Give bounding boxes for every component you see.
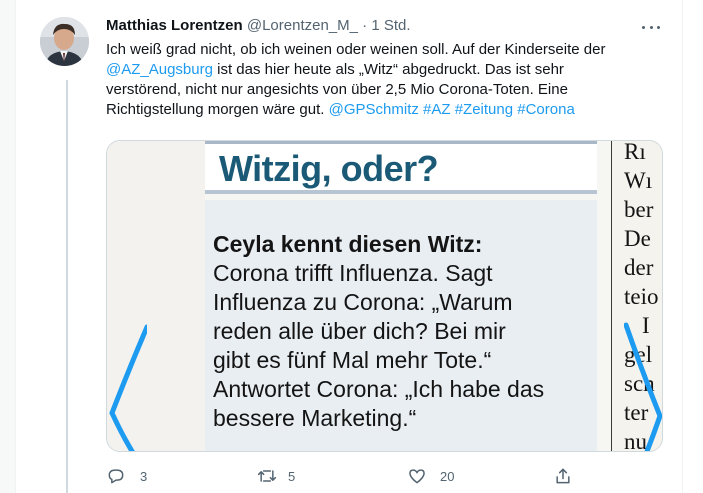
- retweet-count: 5: [288, 468, 296, 484]
- retweet-button[interactable]: 5: [256, 466, 295, 486]
- reply-button[interactable]: 3: [106, 466, 147, 486]
- article-headline: Witzig, oder?: [219, 148, 439, 189]
- more-icon: [649, 25, 653, 29]
- like-count: 20: [440, 468, 455, 484]
- retweet-icon: [257, 470, 277, 482]
- author-handle[interactable]: @Lorentzen_M_: [247, 17, 358, 34]
- joke-line: bessere Marketing.“: [213, 405, 417, 431]
- tweet-header: Matthias Lorentzen @Lorentzen_M_ · 1 Std…: [106, 16, 411, 36]
- separator-dot: ·: [362, 17, 368, 34]
- share-button[interactable]: [553, 466, 573, 486]
- tweet-line-text: Richtigstellung morgen wäre gut.: [106, 101, 329, 118]
- tweet-line: Richtigstellung morgen wäre gut. @GPSchm…: [106, 100, 662, 120]
- tweet-media-image[interactable]: Witzig, oder? Ceyla kennt diesen Witz: C…: [106, 140, 663, 452]
- left-annotation-stroke-icon: [109, 324, 147, 451]
- more-options-button[interactable]: [638, 20, 664, 34]
- more-icon: [642, 25, 645, 29]
- joke-line: Influenza zu Corona: „Warum: [213, 289, 513, 315]
- tweet-line: @AZ_Augsburg ist das hier heute als „Wit…: [106, 60, 662, 80]
- like-icon: [409, 469, 425, 484]
- left-panel-edge: [0, 0, 16, 493]
- right-annotation-stroke-icon: [624, 322, 662, 451]
- tweet-actions: 3 5 20: [106, 466, 576, 488]
- joke-text: Ceyla kennt diesen Witz: Corona trifft I…: [213, 230, 544, 433]
- reply-icon: [108, 469, 124, 484]
- reply-count: 3: [140, 468, 148, 484]
- avatar[interactable]: [40, 17, 89, 66]
- mention-link[interactable]: @AZ_Augsburg: [106, 61, 213, 78]
- joke-box: Ceyla kennt diesen Witz: Corona trifft I…: [205, 200, 597, 451]
- joke-line: Corona trifft Influenza. Sagt: [213, 260, 493, 286]
- newspaper-article: Witzig, oder? Ceyla kennt diesen Witz: C…: [205, 141, 597, 451]
- joke-line: Antwortet Corona: „Ich habe das: [213, 376, 545, 402]
- more-icon: [657, 25, 660, 29]
- like-button[interactable]: 20: [407, 466, 454, 486]
- tweet-line: verstörend, nicht nur angesichts von übe…: [106, 81, 568, 98]
- thread-line: [66, 80, 68, 493]
- joke-line: gibt es fünf Mal mehr Tote.“: [213, 347, 492, 373]
- headline-box: Witzig, oder?: [205, 144, 597, 194]
- author-name[interactable]: Matthias Lorentzen: [106, 17, 243, 34]
- tweet-text: Ich weiß grad nicht, ob ich weinen oder …: [106, 40, 662, 120]
- hashtag-links[interactable]: @GPSchmitz #AZ #Zeitung #Corona: [329, 101, 575, 118]
- tweet-line: Ich weiß grad nicht, ob ich weinen oder …: [106, 41, 606, 58]
- joke-title: Ceyla kennt diesen Witz:: [213, 231, 483, 257]
- tweet-line-text: ist das hier heute als „Witz“ abgedruckt…: [212, 61, 564, 78]
- timeline-border: [682, 0, 683, 493]
- tweet-time[interactable]: 1 Std.: [371, 17, 410, 34]
- avatar-image: [40, 17, 89, 66]
- joke-line: reden alle über dich? Bei mir: [213, 318, 506, 344]
- share-icon: [556, 468, 570, 484]
